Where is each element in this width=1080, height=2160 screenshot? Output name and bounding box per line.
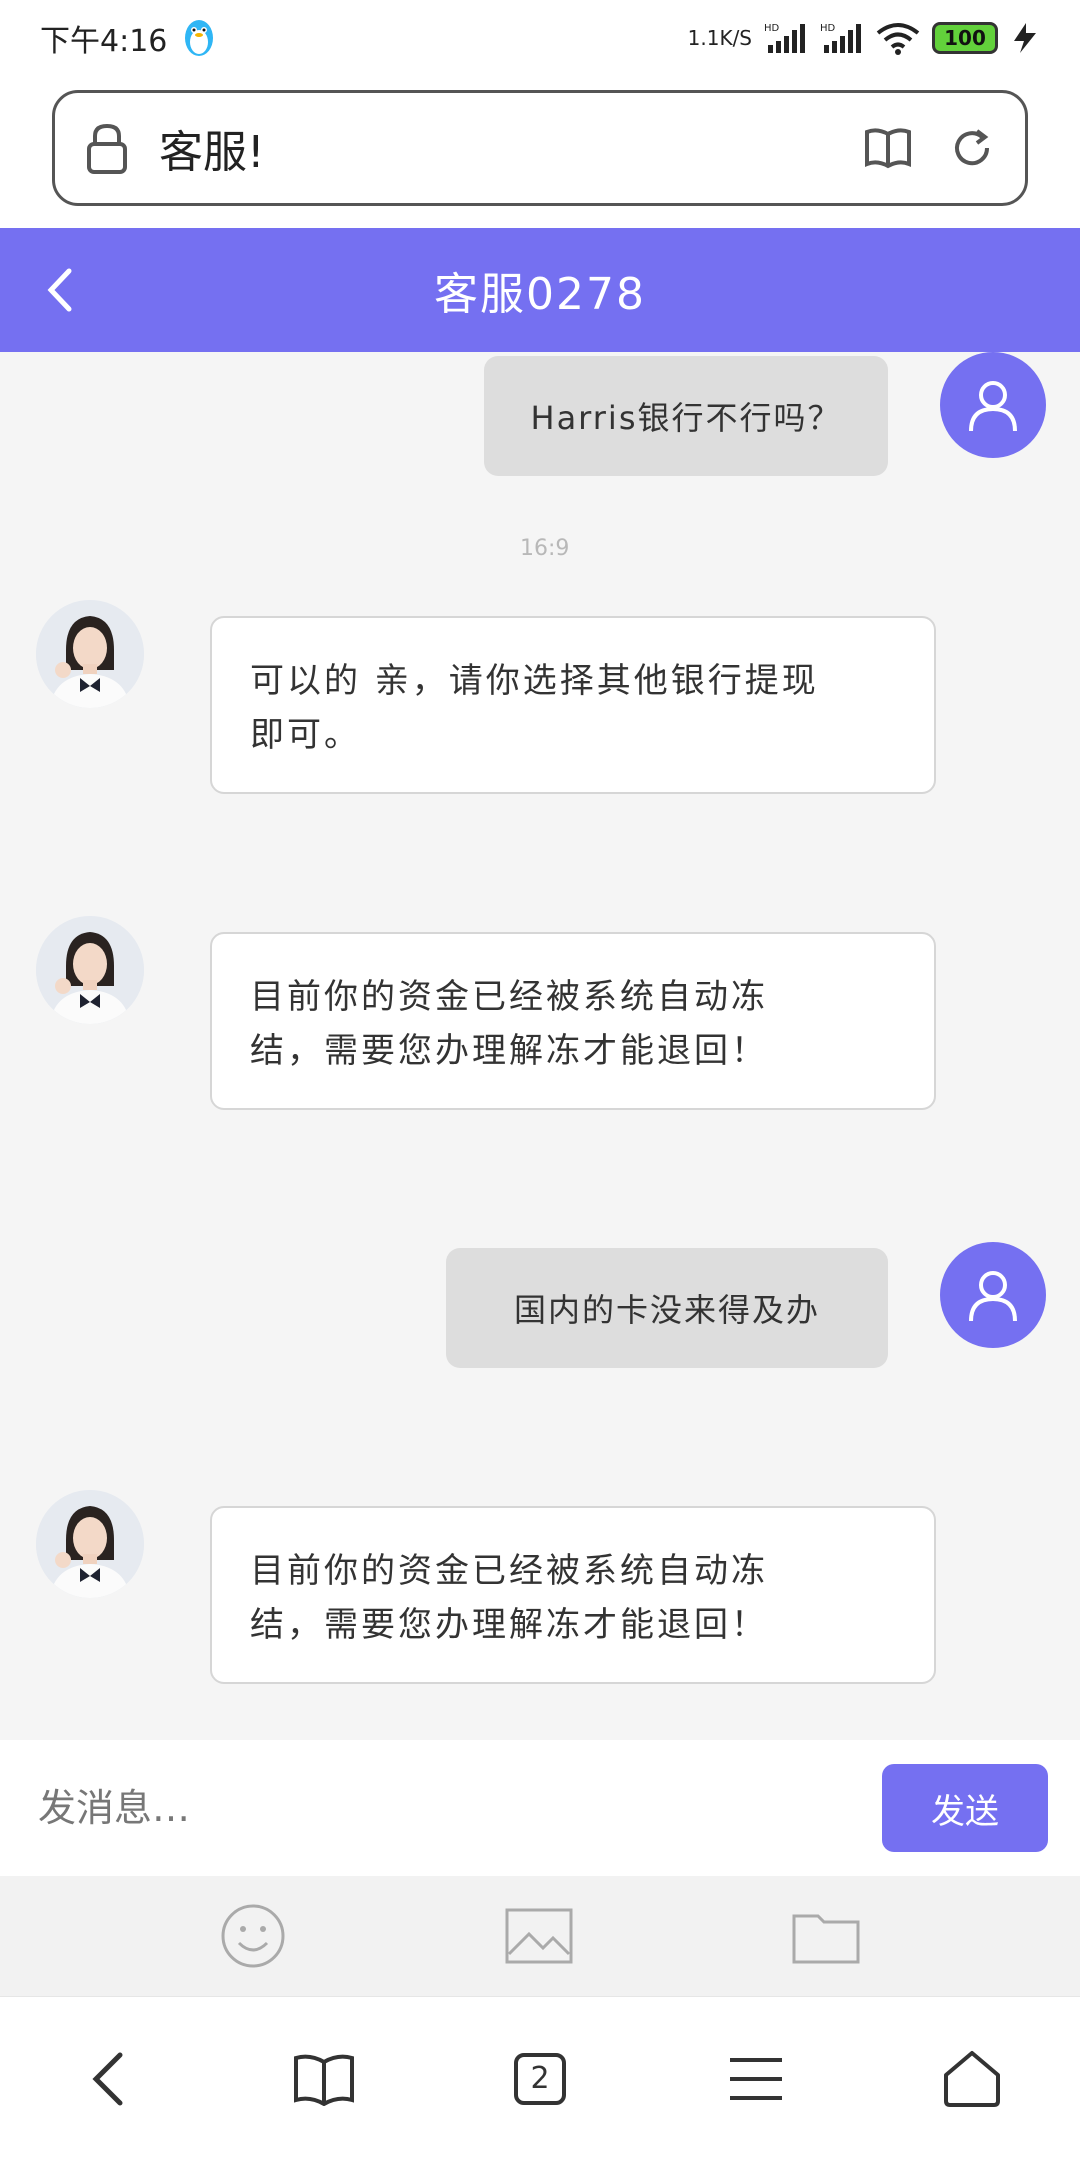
home-icon — [944, 2050, 1000, 2107]
wifi-icon — [876, 23, 920, 55]
charging-icon — [1014, 23, 1036, 53]
chat-messages: Harris银行不行吗？ 16:9 可以的 亲，请你选择其他银行提现 即可。 目… — [0, 352, 1080, 1740]
agent-portrait-icon — [36, 1490, 144, 1598]
message-timestamp: 16:9 — [520, 536, 570, 561]
lock-icon — [87, 123, 127, 174]
nav-back-button[interactable] — [63, 2034, 153, 2124]
user-message-bubble: Harris银行不行吗？ — [484, 356, 888, 476]
emoji-icon[interactable] — [220, 1903, 286, 1969]
user-icon — [969, 381, 1017, 432]
back-button[interactable] — [30, 260, 90, 320]
nav-menu-button[interactable] — [711, 2034, 801, 2124]
battery-indicator: 100 — [932, 22, 998, 54]
reader-mode-icon[interactable] — [863, 126, 913, 170]
message-text-line: 即可。 — [250, 715, 361, 755]
message-text-line: 目前你的资金已经被系统自动冻 — [250, 977, 768, 1017]
qq-penguin-icon — [185, 20, 214, 56]
chat-header: 客服0278 — [0, 228, 1080, 352]
menu-icon — [730, 2057, 782, 2100]
message-input[interactable] — [36, 1768, 856, 1848]
status-bar: 下午4:16 1.1K/S HD HD 100 — [0, 0, 1080, 76]
image-icon[interactable] — [505, 1908, 573, 1964]
message-text: Harris银行不行吗？ — [530, 399, 842, 437]
clock: 下午4:16 — [40, 24, 168, 59]
nav-tabs-button[interactable]: 2 — [495, 2034, 585, 2124]
user-avatar[interactable] — [940, 352, 1046, 458]
chevron-left-icon — [92, 2052, 123, 2105]
message-text-line: 可以的 亲，请你选择其他银行提现 — [250, 661, 819, 701]
agent-message-bubble: 目前你的资金已经被系统自动冻 结，需要您办理解冻才能退回！ — [210, 1506, 936, 1684]
chevron-left-icon — [47, 268, 72, 312]
agent-avatar[interactable] — [36, 600, 144, 708]
svg-text:HD: HD — [820, 23, 836, 34]
user-icon — [969, 1271, 1017, 1322]
composer-tools — [0, 1876, 1080, 1996]
browser-bottom-nav: 2 — [0, 1996, 1080, 2160]
signal-hd-icon: HD — [764, 23, 805, 53]
agent-portrait-icon — [36, 600, 144, 708]
message-composer: 发送 — [0, 1740, 1080, 1876]
agent-avatar[interactable] — [36, 1490, 144, 1598]
user-avatar[interactable] — [940, 1242, 1046, 1348]
message-text-line: 结，需要您办理解冻才能退回！ — [250, 1605, 768, 1645]
send-button[interactable]: 发送 — [882, 1764, 1048, 1852]
message-text: 国内的卡没来得及办 — [513, 1291, 820, 1329]
address-bar[interactable]: 客服! — [52, 90, 1028, 206]
page-title: 客服0278 — [434, 269, 646, 320]
user-message-bubble: 国内的卡没来得及办 — [446, 1248, 888, 1368]
nav-home-button[interactable] — [927, 2034, 1017, 2124]
agent-message-bubble: 可以的 亲，请你选择其他银行提现 即可。 — [210, 616, 936, 794]
tab-count-badge: 2 — [514, 2052, 566, 2105]
folder-icon[interactable] — [792, 1908, 860, 1964]
book-icon — [294, 2054, 354, 2106]
battery-level: 100 — [944, 26, 986, 50]
network-speed: 1.1K/S — [687, 26, 752, 50]
agent-avatar[interactable] — [36, 916, 144, 1024]
refresh-icon[interactable] — [949, 125, 995, 171]
agent-portrait-icon — [36, 916, 144, 1024]
nav-bookmarks-button[interactable] — [279, 2034, 369, 2124]
message-text-line: 结，需要您办理解冻才能退回！ — [250, 1031, 768, 1071]
tab-count: 2 — [530, 2061, 550, 2096]
agent-message-bubble: 目前你的资金已经被系统自动冻 结，需要您办理解冻才能退回！ — [210, 932, 936, 1110]
page-title-in-address: 客服! — [159, 127, 265, 178]
message-text-line: 目前你的资金已经被系统自动冻 — [250, 1551, 768, 1591]
svg-text:HD: HD — [764, 23, 780, 34]
browser-toolbar: 客服! — [0, 76, 1080, 228]
signal-hd-icon-2: HD — [820, 23, 861, 53]
